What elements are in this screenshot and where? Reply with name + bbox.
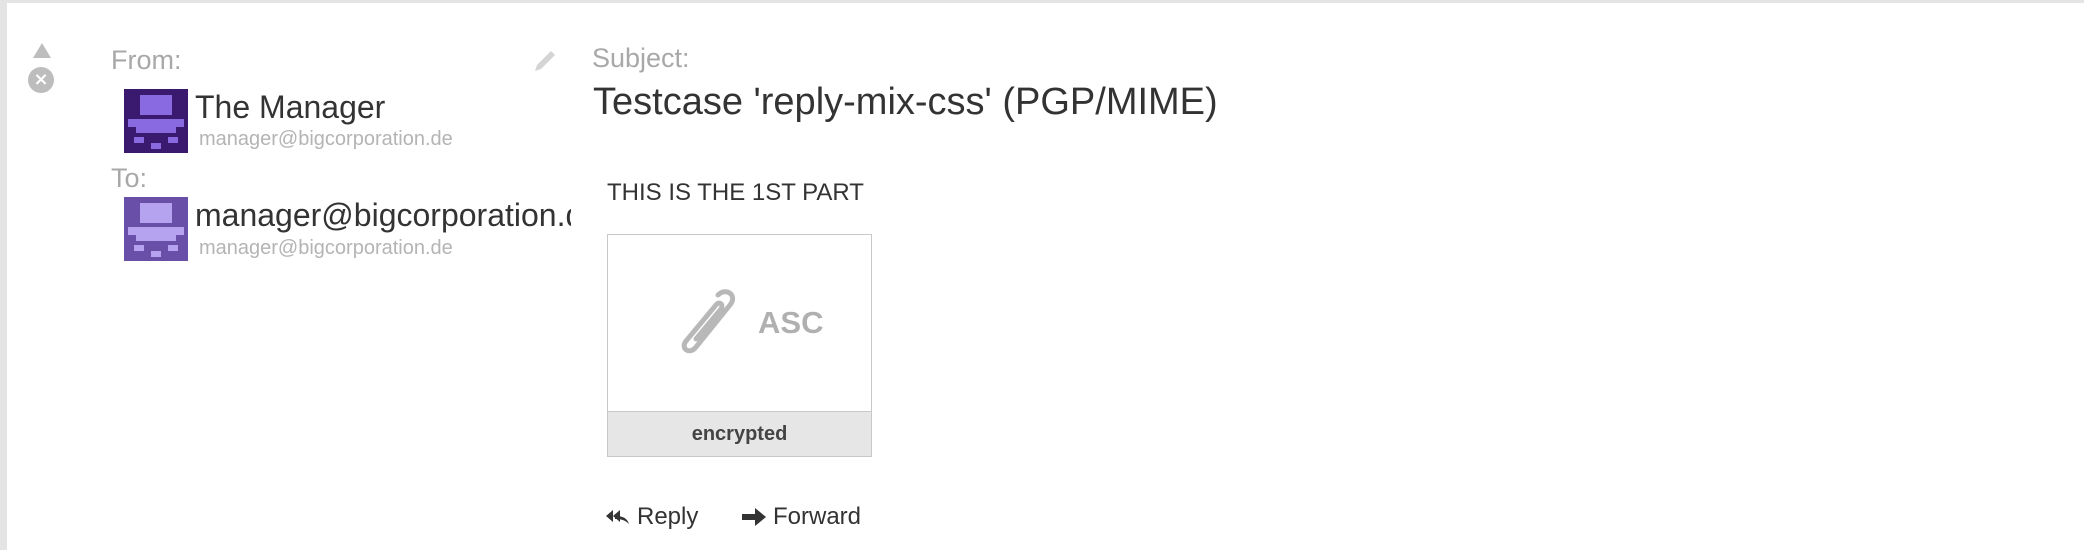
avatar [124,89,188,153]
reply-button[interactable]: Reply [605,503,698,531]
close-icon[interactable]: × [28,67,54,93]
reply-label: Reply [637,503,699,530]
paperclip-icon [681,289,736,354]
pencil-icon[interactable] [531,47,559,75]
message-body-text: THIS IS THE 1ST PART [607,179,864,206]
triangle-up-icon[interactable] [33,43,51,58]
subject-label: Subject: [592,43,690,73]
sender-name[interactable]: The Manager [195,89,385,126]
forward-button[interactable]: Forward [741,503,861,531]
reply-icon [606,510,629,524]
forward-label: Forward [773,503,862,530]
recipient-email: manager@bigcorporation.de [199,237,453,259]
message-subject: Testcase 'reply-mix-css' (PGP/MIME) [593,81,1218,123]
attachment-card[interactable]: ASC encrypted [607,234,872,457]
sender-email: manager@bigcorporation.de [199,128,453,150]
attachment-preview: ASC [608,235,871,412]
attachment-extension: ASC [758,305,824,340]
message-view: × From: The Manager manager@bigcorporati… [0,0,2084,550]
forward-arrow-icon [742,508,766,526]
attachment-name: encrypted [608,412,871,456]
to-label: To: [111,163,148,193]
recipient-name[interactable]: manager@bigcorporation.de [195,197,571,234]
from-label: From: [111,45,182,75]
avatar [124,197,188,261]
